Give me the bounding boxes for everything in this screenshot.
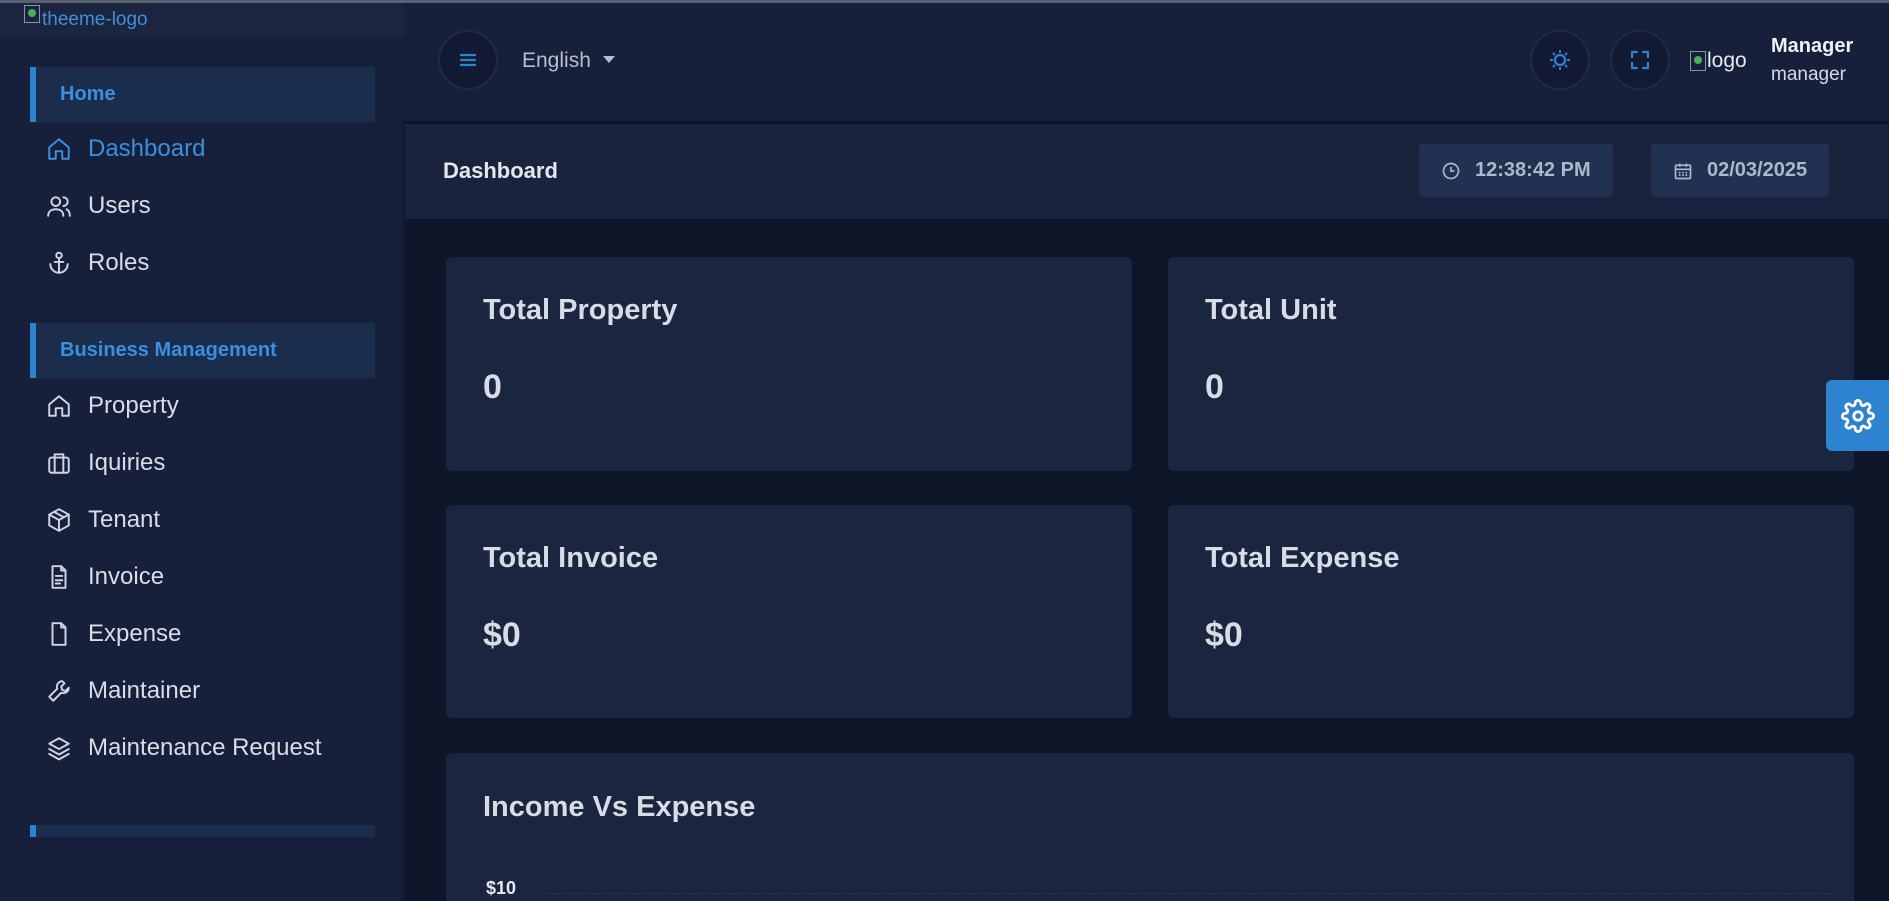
page-header: Dashboard 12:38:42 PM 02/03/2025	[405, 124, 1889, 219]
sidebar-item-label: Invoice	[88, 563, 165, 590]
sidebar-item-property[interactable]: Property	[44, 386, 179, 426]
home-icon	[44, 391, 74, 421]
expand-icon	[1630, 50, 1650, 70]
date-display: 02/03/2025	[1651, 144, 1830, 197]
income-vs-expense-chart: Income Vs Expense $10	[446, 753, 1854, 901]
stat-card-total-invoice: Total Invoice $0	[446, 505, 1132, 718]
y-axis-tick-label: $10	[486, 878, 517, 898]
stat-card-total-property: Total Property 0	[446, 257, 1132, 471]
users-icon	[44, 191, 74, 221]
sidebar-item-maintenance-request[interactable]: Maintenance Request	[44, 728, 321, 768]
user-avatar[interactable]: logo	[1690, 49, 1747, 73]
time-display: 12:38:42 PM	[1419, 144, 1613, 197]
file-icon	[44, 619, 74, 649]
hamburger-icon	[459, 53, 477, 67]
sidebar-item-iquiries[interactable]: Iquiries	[44, 443, 165, 483]
broken-image-icon	[1690, 51, 1706, 71]
sidebar-section-home: Home	[30, 67, 375, 122]
sidebar-item-tenant[interactable]: Tenant	[44, 500, 160, 540]
clock-icon	[1442, 162, 1460, 179]
stat-card-value: 0	[483, 368, 502, 406]
stat-card-title: Total Expense	[1205, 542, 1400, 574]
sidebar-item-expense[interactable]: Expense	[44, 614, 181, 654]
sidebar-item-users[interactable]: Users	[44, 186, 151, 226]
chart-title: Income Vs Expense	[483, 791, 756, 823]
stat-card-title: Total Unit	[1205, 294, 1337, 326]
top-header: English logo Manager manager	[405, 3, 1889, 121]
language-label: English	[522, 49, 591, 72]
chevron-down-icon	[602, 55, 615, 63]
stat-card-total-expense: Total Expense $0	[1168, 505, 1854, 718]
user-role: manager	[1771, 64, 1846, 85]
home-icon	[44, 134, 74, 164]
sidebar: theeme-logo Home Dashboard Users Roles B…	[0, 3, 405, 901]
chart-gridline	[542, 893, 1832, 894]
theme-toggle-button[interactable]	[1530, 30, 1590, 90]
fullscreen-button[interactable]	[1610, 30, 1670, 90]
box-icon	[44, 505, 74, 535]
wrench-icon	[44, 676, 74, 706]
sidebar-section-business-management: Business Management	[30, 323, 375, 378]
calendar-icon	[1674, 163, 1692, 179]
stat-card-total-unit: Total Unit 0	[1168, 257, 1854, 471]
brand-logo-alt-text: theeme-logo	[42, 9, 148, 30]
layers-icon	[44, 733, 74, 763]
broken-image-icon	[24, 5, 40, 23]
stat-card-title: Total Property	[483, 294, 678, 326]
sidebar-item-label: Maintainer	[88, 677, 201, 704]
sidebar-item-roles[interactable]: Roles	[44, 243, 149, 283]
brand-logo[interactable]: theeme-logo	[0, 3, 405, 37]
sidebar-item-label: Tenant	[88, 506, 161, 533]
gear-icon	[1840, 398, 1875, 433]
user-name[interactable]: Manager	[1771, 35, 1853, 58]
sidebar-item-label: Expense	[88, 620, 182, 647]
theme-settings-button[interactable]	[1826, 380, 1889, 451]
sun-icon	[1549, 49, 1571, 71]
sidebar-divider	[402, 121, 405, 901]
sidebar-item-invoice[interactable]: Invoice	[44, 557, 164, 597]
time-value: 12:38:42 PM	[1475, 159, 1591, 181]
stat-card-value: $0	[483, 616, 521, 654]
stat-card-value: 0	[1205, 368, 1224, 406]
sidebar-item-maintainer[interactable]: Maintainer	[44, 671, 200, 711]
sidebar-section-label: Business Management	[60, 339, 277, 361]
sidebar-item-dashboard[interactable]: Dashboard	[44, 129, 205, 169]
stat-card-value: $0	[1205, 616, 1243, 654]
sidebar-section-collapsed	[30, 825, 375, 837]
page-title: Dashboard	[443, 158, 558, 183]
menu-toggle-button[interactable]	[438, 30, 498, 90]
sidebar-item-label: Roles	[88, 249, 150, 276]
sidebar-item-label: Dashboard	[88, 135, 206, 162]
sidebar-item-label: Users	[88, 192, 151, 219]
user-avatar-alt-text: logo	[1707, 49, 1747, 72]
sidebar-section-label: Home	[60, 83, 116, 105]
sidebar-item-label: Property	[88, 392, 179, 419]
stat-card-title: Total Invoice	[483, 542, 659, 574]
file-text-icon	[44, 562, 74, 592]
sidebar-item-label: Iquiries	[88, 449, 166, 476]
language-dropdown[interactable]: English	[522, 49, 615, 73]
sidebar-item-label: Maintenance Request	[88, 734, 322, 761]
briefcase-icon	[44, 448, 74, 478]
anchor-icon	[44, 248, 74, 278]
date-value: 02/03/2025	[1707, 159, 1808, 181]
